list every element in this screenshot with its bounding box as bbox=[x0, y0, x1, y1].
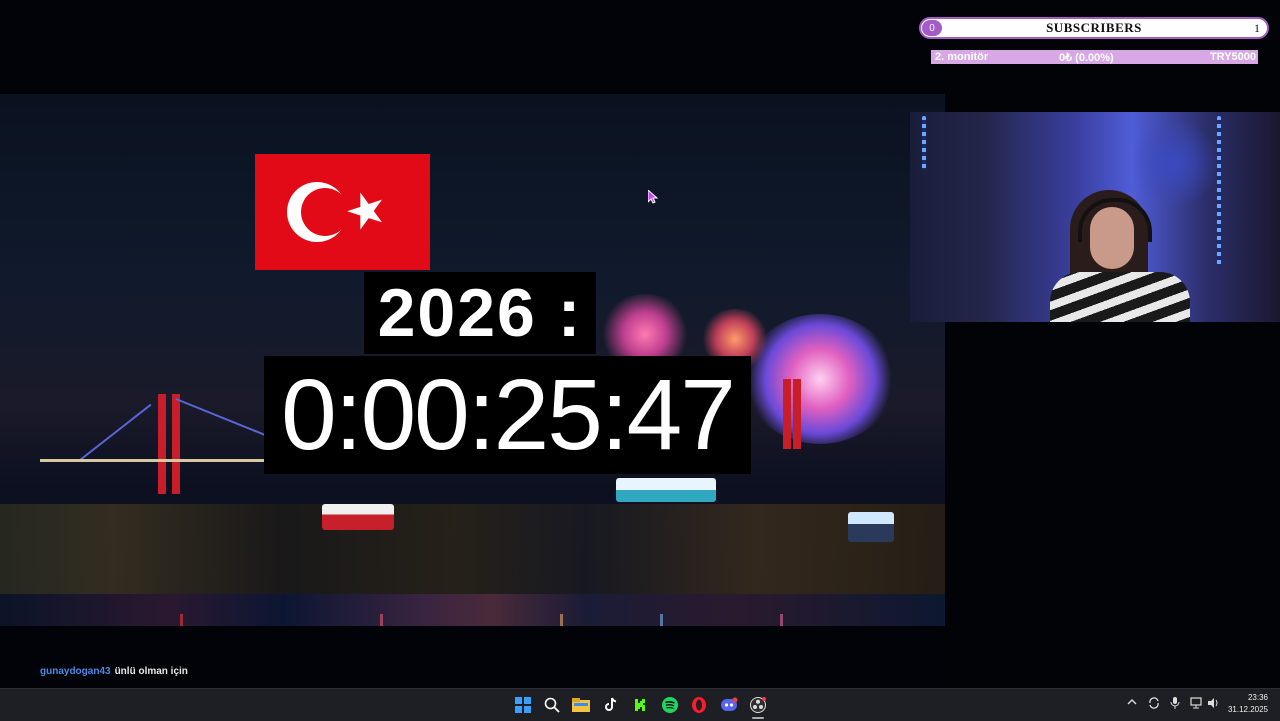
right-panel bbox=[945, 0, 1280, 688]
water-reflection bbox=[380, 614, 383, 626]
system-clock[interactable]: 23:36 31.12.2025 bbox=[1228, 692, 1268, 716]
goal-target: TRY5000 bbox=[1209, 51, 1256, 63]
wall-art bbox=[1130, 118, 1220, 208]
water bbox=[0, 594, 945, 626]
bridge-cable bbox=[175, 398, 270, 438]
spotify-icon[interactable] bbox=[661, 696, 679, 714]
led-strip bbox=[922, 116, 926, 170]
taskbar: 23:36 31.12.2025 bbox=[0, 688, 1280, 721]
windows-start-icon[interactable] bbox=[514, 696, 532, 714]
bridge-tower bbox=[158, 394, 166, 494]
search-icon[interactable] bbox=[543, 696, 561, 714]
subscribers-bar: 0 SUBSCRIBERS 1 bbox=[919, 17, 1269, 39]
led-strip bbox=[1217, 116, 1221, 266]
clock-date: 31.12.2025 bbox=[1227, 705, 1268, 714]
network-icon[interactable] bbox=[1190, 697, 1202, 712]
webcam-feed bbox=[910, 112, 1280, 322]
chat-message: gunaydogan43 ünlü olman için bbox=[40, 666, 188, 677]
boat bbox=[322, 504, 394, 530]
bridge-cable bbox=[79, 403, 152, 461]
obs-icon[interactable] bbox=[749, 696, 767, 714]
file-explorer-icon[interactable] bbox=[572, 696, 590, 714]
sync-icon[interactable] bbox=[1148, 697, 1160, 712]
donation-goal-bar: 2. monitör 0₺ (0.00%) TRY5000 bbox=[931, 50, 1258, 64]
chat-text: ünlü olman için bbox=[114, 666, 188, 677]
time-box: 0:00:25:47 bbox=[264, 356, 751, 474]
countdown-year: 2026 : bbox=[377, 275, 583, 351]
clock-time: 23:36 bbox=[1247, 693, 1268, 702]
bridge-tower bbox=[793, 379, 801, 449]
subscribers-title: SUBSCRIBERS bbox=[1046, 20, 1142, 35]
bridge-deck bbox=[40, 459, 270, 462]
goal-progress: 0₺ (0.00%) bbox=[1059, 51, 1114, 64]
boat bbox=[616, 478, 716, 502]
crescent-star-icon bbox=[287, 182, 382, 242]
water-reflection bbox=[660, 614, 663, 626]
discord-icon[interactable] bbox=[720, 696, 738, 714]
bridge-tower bbox=[172, 394, 180, 494]
active-app-indicator bbox=[752, 717, 764, 719]
streamer-body bbox=[1050, 272, 1190, 322]
water-reflection bbox=[180, 614, 183, 626]
microphone-icon[interactable] bbox=[1170, 697, 1180, 712]
turkish-flag bbox=[255, 154, 430, 270]
opera-icon[interactable] bbox=[690, 696, 708, 714]
bridge-tower bbox=[783, 379, 791, 449]
subscribers-goal-count: 1 bbox=[1254, 20, 1260, 35]
water-reflection bbox=[780, 614, 783, 626]
tiktok-icon[interactable] bbox=[602, 696, 620, 714]
chevron-up-icon[interactable] bbox=[1127, 697, 1137, 710]
boat bbox=[848, 512, 894, 542]
year-box: 2026 : bbox=[364, 272, 596, 354]
volume-icon[interactable] bbox=[1207, 697, 1219, 712]
water-reflection bbox=[560, 614, 563, 626]
countdown-timer: 0:00:25:47 bbox=[281, 358, 736, 471]
chat-username: gunaydogan43 bbox=[40, 666, 111, 677]
mouse-cursor-icon bbox=[648, 190, 658, 204]
goal-name: 2. monitör bbox=[935, 51, 989, 63]
kick-icon[interactable] bbox=[631, 696, 649, 714]
